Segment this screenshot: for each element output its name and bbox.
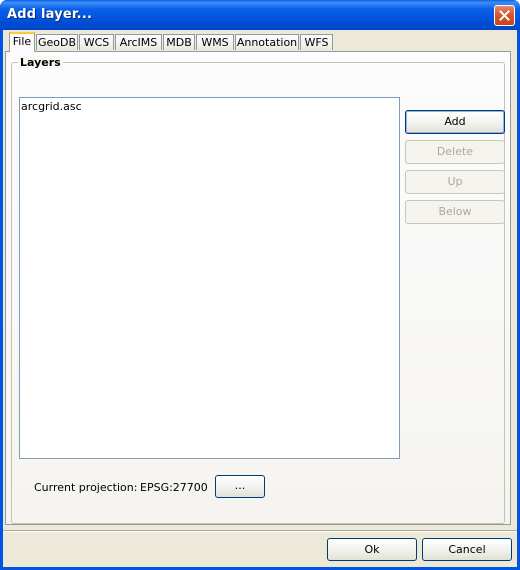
tab-mdb[interactable]: MDB bbox=[163, 34, 195, 50]
footer-separator bbox=[3, 530, 517, 532]
add-layer-dialog: Add layer... File GeoDB WCS ArcIMS MDB W… bbox=[0, 0, 520, 570]
ok-button[interactable]: Ok bbox=[327, 538, 417, 561]
tab-wcs[interactable]: WCS bbox=[79, 34, 114, 50]
tab-annotation[interactable]: Annotation bbox=[235, 34, 299, 50]
tab-wms[interactable]: WMS bbox=[196, 34, 234, 50]
up-button[interactable]: Up bbox=[405, 170, 505, 194]
tab-strip: File GeoDB WCS ArcIMS MDB WMS Annotation… bbox=[5, 32, 515, 52]
title-bar[interactable]: Add layer... bbox=[0, 0, 520, 30]
tab-file[interactable]: File bbox=[9, 32, 35, 52]
layers-group-label: Layers bbox=[18, 56, 63, 69]
layers-list[interactable]: arcgrid.asc bbox=[19, 97, 400, 459]
window-title: Add layer... bbox=[7, 7, 93, 22]
tab-arcims[interactable]: ArcIMS bbox=[115, 34, 162, 50]
file-tab-panel: Layers arcgrid.asc Add Delete Up Below C… bbox=[5, 51, 511, 525]
tab-geodb[interactable]: GeoDB bbox=[36, 34, 78, 50]
current-projection-value: EPSG:27700 bbox=[140, 481, 208, 494]
browse-projection-button[interactable]: ... bbox=[215, 475, 265, 498]
dialog-body: File GeoDB WCS ArcIMS MDB WMS Annotation… bbox=[3, 30, 517, 567]
cancel-button[interactable]: Cancel bbox=[422, 538, 512, 561]
list-item[interactable]: arcgrid.asc bbox=[21, 100, 82, 113]
delete-button[interactable]: Delete bbox=[405, 140, 505, 164]
close-button[interactable] bbox=[494, 5, 515, 26]
below-button[interactable]: Below bbox=[405, 200, 505, 224]
add-button[interactable]: Add bbox=[405, 110, 505, 134]
tab-wfs[interactable]: WFS bbox=[300, 34, 333, 50]
current-projection-label: Current projection: bbox=[34, 481, 138, 494]
